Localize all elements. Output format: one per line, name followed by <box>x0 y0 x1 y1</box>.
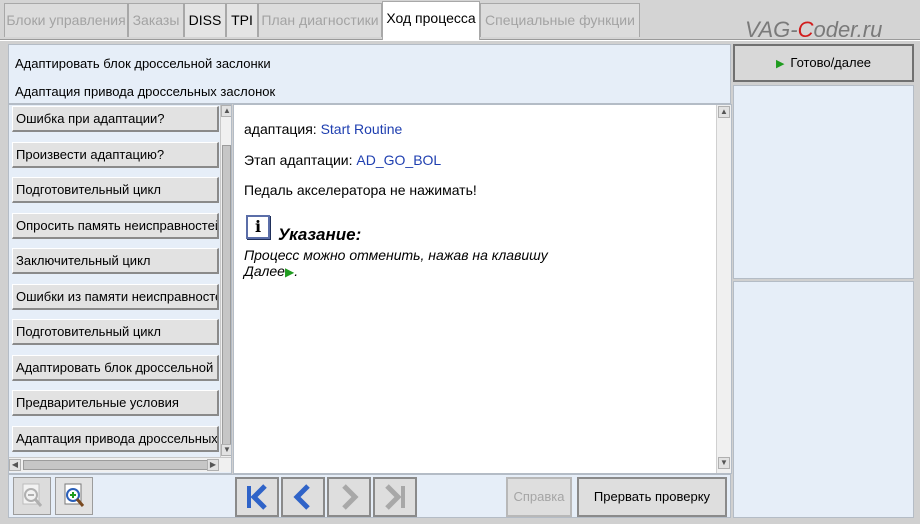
abort-check-button[interactable]: Прервать проверку <box>577 477 727 517</box>
ready-next-button[interactable]: ▶ Готово/далее <box>733 44 914 82</box>
tab-orders[interactable]: Заказы <box>128 3 184 37</box>
adaptation-status: адаптация: Start Routine <box>244 121 402 137</box>
stage-status: Этап адаптации: AD_GO_BOL <box>244 152 441 168</box>
content-panel: адаптация: Start Routine Этап адаптации:… <box>233 104 732 474</box>
chevron-left-icon <box>293 484 310 510</box>
tab-bar: Блоки управления Заказы DISS TPI План ди… <box>0 0 920 43</box>
stage-value: AD_GO_BOL <box>356 152 442 168</box>
step-item[interactable]: Ошибки из памяти неисправностей <box>12 284 219 310</box>
stage-label: Этап адаптации: <box>244 152 357 168</box>
zoom-out-button[interactable] <box>13 477 51 515</box>
step-item[interactable]: Заключительный цикл <box>12 248 219 274</box>
step-list-vertical-scrollbar[interactable]: ▲ ▼ <box>220 105 231 457</box>
adaptation-label: адаптация: <box>244 121 321 137</box>
scroll-up-icon[interactable]: ▲ <box>718 106 730 118</box>
note-text: Процесс можно отменить, нажав на клавишу <box>244 247 548 263</box>
help-button[interactable]: Справка <box>506 477 572 517</box>
skip-first-icon <box>247 484 267 510</box>
step-list: Ошибка при адаптации? Произвести адаптац… <box>8 104 232 474</box>
note-text-continued: Далее▶. <box>244 263 298 279</box>
title-panel: Адаптировать блок дроссельной заслонки А… <box>8 44 731 104</box>
scrollbar-thumb[interactable] <box>222 145 231 445</box>
tab-diss[interactable]: DISS <box>184 3 226 37</box>
chevron-right-icon <box>342 484 359 510</box>
main-frame: Адаптировать блок дроссельной заслонки А… <box>0 41 920 524</box>
tab-process-flow[interactable]: Ход процесса <box>382 1 480 40</box>
tab-tpi[interactable]: TPI <box>226 3 258 37</box>
step-item[interactable]: Произвести адаптацию? <box>12 142 219 168</box>
step-item[interactable]: Подготовительный цикл <box>12 177 219 203</box>
step-item[interactable]: Адаптация привода дроссельных заслонок <box>12 426 219 452</box>
scroll-left-icon[interactable]: ◀ <box>9 459 21 471</box>
zoom-out-icon <box>22 483 43 507</box>
last-step-button[interactable] <box>373 477 417 517</box>
note-heading: Указание: <box>278 225 362 244</box>
step-list-horizontal-scrollbar[interactable]: ◀ ▶ <box>9 457 231 472</box>
skip-last-icon <box>385 484 405 510</box>
right-panel-bottom <box>733 281 914 518</box>
step-item[interactable]: Опросить память неисправностей <box>12 213 219 239</box>
previous-step-button[interactable] <box>281 477 325 517</box>
first-step-button[interactable] <box>235 477 279 517</box>
info-icon: i <box>246 215 270 239</box>
logo-prefix: VAG- <box>745 17 798 42</box>
step-item[interactable]: Ошибка при адаптации? <box>12 106 219 132</box>
step-item[interactable]: Подготовительный цикл <box>12 319 219 345</box>
tab-control-units[interactable]: Блоки управления <box>4 3 128 37</box>
bottom-toolbar: Справка Прервать проверку <box>8 474 731 518</box>
scroll-down-icon[interactable]: ▼ <box>221 444 231 456</box>
instruction-text: Педаль акселератора не нажимать! <box>244 182 477 198</box>
note-next-word: Далее <box>244 263 285 279</box>
tab-diagnostic-plan[interactable]: План диагностики <box>258 3 382 37</box>
right-panel-top <box>733 85 914 279</box>
logo-highlight: C <box>797 17 814 42</box>
step-item[interactable]: Предварительные условия <box>12 390 219 416</box>
zoom-in-icon <box>64 483 85 507</box>
scroll-down-icon[interactable]: ▼ <box>718 457 730 469</box>
play-arrow-icon: ▶ <box>284 265 295 279</box>
play-arrow-icon: ▶ <box>775 58 785 70</box>
next-step-button[interactable] <box>327 477 371 517</box>
procedure-title: Адаптировать блок дроссельной заслонки <box>15 56 271 71</box>
note-end: . <box>294 263 299 279</box>
content-vertical-scrollbar[interactable]: ▲ ▼ <box>716 105 731 473</box>
logo-suffix: oder.ru <box>813 17 883 42</box>
zoom-in-button[interactable] <box>55 477 93 515</box>
scroll-right-icon[interactable]: ▶ <box>207 459 219 471</box>
step-item[interactable]: Адаптировать блок дроссельной заслонки <box>12 355 219 381</box>
scroll-up-icon[interactable]: ▲ <box>221 105 231 117</box>
ready-next-label: Готово/далее <box>790 55 872 70</box>
adaptation-value: Start Routine <box>320 121 403 137</box>
procedure-subtitle: Адаптация привода дроссельных заслонок <box>15 84 276 99</box>
scrollbar-thumb[interactable] <box>23 460 208 470</box>
site-logo: VAG-Coder.ru <box>745 17 882 43</box>
tab-special-functions[interactable]: Специальные функции <box>480 3 640 37</box>
